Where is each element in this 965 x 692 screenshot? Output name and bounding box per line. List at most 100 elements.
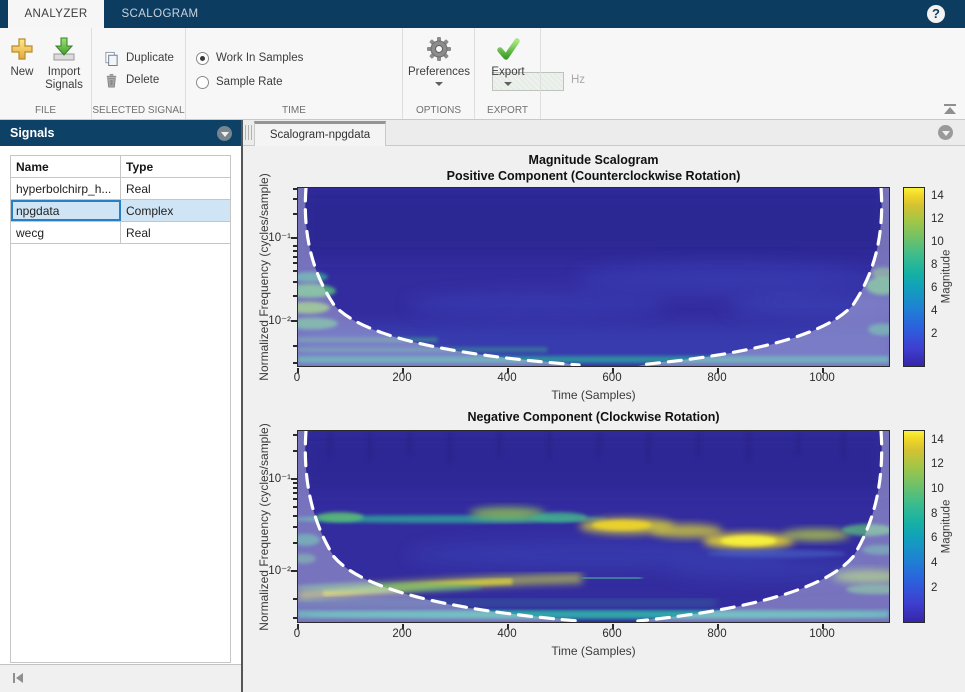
wavelet-analyzer-window: ANALYZER SCALOGRAM ? New [0, 0, 965, 692]
preferences-button[interactable]: Preferences [403, 36, 475, 86]
ribbon-tab-bar: ANALYZER SCALOGRAM ? [0, 0, 965, 28]
x-tick-label: 200 [372, 372, 432, 384]
x-tick-label: 200 [372, 628, 432, 640]
signals-table: Name Type hyperbolchirp_h... Real npgdat… [10, 155, 231, 663]
table-row-selected[interactable]: npgdata Complex [11, 200, 230, 222]
y-major-tick [291, 237, 297, 239]
collapse-ribbon-icon [944, 104, 956, 106]
triangle-up-icon [944, 107, 956, 114]
export-section-label: EXPORT [475, 105, 540, 116]
y-tick-label: 10⁻¹ [241, 471, 291, 485]
signal-type: Real [121, 222, 230, 243]
new-plus-icon [9, 36, 35, 62]
delete-button[interactable]: Delete [104, 71, 159, 89]
y-tick-label: 10⁻¹ [241, 230, 291, 244]
gear-icon [426, 36, 452, 62]
document-tab-scalogram-npgdata[interactable]: Scalogram-npgdata [254, 121, 386, 146]
work-in-samples-label: Work In Samples [216, 52, 303, 64]
duplicate-button[interactable]: Duplicate [104, 49, 174, 67]
chart1-title-line1: Magnitude Scalogram [297, 153, 890, 167]
selected-signal-section-label: SELECTED SIGNAL [92, 105, 185, 116]
y-major-tick [291, 478, 297, 480]
tab-analyzer[interactable]: ANALYZER [8, 0, 104, 28]
signal-name[interactable]: hyperbolchirp_h... [11, 178, 121, 199]
toolbar-group-file: New Import Signals FILE [0, 28, 92, 119]
chart1-title-line2: Positive Component (Counterclockwise Rot… [297, 169, 890, 183]
options-section-label: OPTIONS [403, 105, 474, 116]
sample-rate-label: Sample Rate [216, 76, 282, 88]
chart2-colorbar [903, 430, 925, 623]
x-tick-label: 400 [477, 628, 537, 640]
y-major-tick [291, 320, 297, 322]
signals-panel-title: Signals [10, 126, 54, 140]
collapse-panel-button[interactable] [13, 673, 23, 683]
toolbar-group-options: Preferences OPTIONS [403, 28, 475, 119]
file-section-label: FILE [0, 105, 91, 116]
export-label: Export [491, 66, 524, 79]
chart1-x-axis-label: Time (Samples) [297, 388, 890, 402]
y-major-tick [291, 570, 297, 572]
table-row[interactable]: hyperbolchirp_h... Real [11, 178, 230, 200]
chart2-title: Negative Component (Clockwise Rotation) [297, 410, 890, 424]
chart1-scalogram-plot[interactable] [297, 187, 890, 367]
radio-selected-icon [196, 52, 209, 65]
toolbar-group-time: Work In Samples Sample Rate Hz TIME [186, 28, 403, 119]
x-tick-label: 600 [582, 628, 642, 640]
column-header-name[interactable]: Name [11, 156, 121, 177]
collapse-ribbon-button[interactable] [943, 104, 957, 114]
time-section-label: TIME [186, 105, 402, 116]
signal-name[interactable]: npgdata [11, 200, 121, 221]
chart2-colorbar-label: Magnitude [941, 467, 954, 587]
x-tick-label: 800 [687, 628, 747, 640]
drag-grip-icon[interactable] [245, 125, 252, 140]
x-tick-label: 0 [267, 628, 327, 640]
chart2-scalogram-plot[interactable] [297, 430, 890, 623]
triangle-left-icon [16, 673, 23, 683]
document-minimize-button[interactable] [938, 125, 953, 140]
chart2-x-axis-label: Time (Samples) [297, 644, 890, 658]
chevron-down-icon [435, 82, 443, 86]
signals-panel-header: Signals [0, 120, 241, 146]
work-in-samples-radio[interactable]: Work In Samples [196, 49, 303, 67]
signals-panel-collapse-button[interactable] [217, 126, 232, 141]
chevron-down-icon [942, 131, 950, 136]
chart1-colorbar [903, 187, 925, 367]
x-tick-label: 600 [582, 372, 642, 384]
panel-status-strip [0, 664, 241, 692]
check-icon [495, 36, 521, 62]
toolbar-group-selected-signal: Duplicate Delete SELECTED SIGNAL [92, 28, 186, 119]
tab-scalogram[interactable]: SCALOGRAM [104, 0, 216, 28]
delete-trash-icon [104, 73, 119, 88]
import-signals-button[interactable]: Import Signals [40, 36, 88, 92]
colorbar-tick-label: 14 [931, 434, 959, 446]
signals-panel: Name Type hyperbolchirp_h... Real npgdat… [0, 146, 241, 664]
signal-type: Real [121, 178, 230, 199]
document-tab-bar: Scalogram-npgdata [243, 120, 965, 146]
import-icon [51, 36, 77, 62]
x-tick-label: 400 [477, 372, 537, 384]
export-button[interactable]: Export [475, 36, 541, 86]
import-label: Import Signals [40, 66, 88, 92]
delete-label: Delete [126, 74, 159, 86]
hz-unit-label: Hz [571, 74, 585, 86]
signal-name[interactable]: wecg [11, 222, 121, 243]
new-button[interactable]: New [4, 36, 40, 79]
radio-unselected-icon [196, 76, 209, 89]
x-tick-label: 0 [267, 372, 327, 384]
y-tick-label: 10⁻² [241, 313, 291, 327]
table-row[interactable]: wecg Real [11, 222, 230, 244]
x-tick-label: 1000 [792, 372, 852, 384]
column-header-type[interactable]: Type [121, 156, 230, 177]
chart1-colorbar-label: Magnitude [941, 217, 954, 337]
toolbar: New Import Signals FILE [0, 28, 965, 120]
sample-rate-radio[interactable]: Sample Rate [196, 73, 282, 91]
duplicate-label: Duplicate [126, 52, 174, 64]
help-icon[interactable]: ? [927, 5, 945, 23]
preferences-label: Preferences [408, 66, 470, 79]
signals-table-header: Name Type [11, 156, 230, 178]
x-tick-label: 1000 [792, 628, 852, 640]
chevron-down-icon [221, 132, 229, 137]
signal-type: Complex [121, 200, 230, 221]
chevron-down-icon [504, 82, 512, 86]
new-label: New [10, 66, 33, 79]
